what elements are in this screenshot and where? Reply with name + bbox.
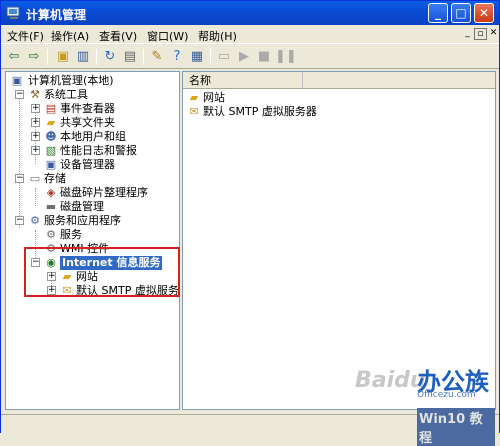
users-icon: ☻ (45, 130, 57, 143)
child-close-button[interactable]: ✕ (487, 28, 500, 40)
tree-node-label: 服务 (60, 228, 82, 241)
expand-toggle[interactable]: + (31, 104, 40, 113)
tree-node-label: 存储 (44, 172, 66, 185)
toolbar-separator (47, 49, 48, 65)
tree-guide-line (19, 90, 20, 228)
expand-toggle[interactable]: + (31, 132, 40, 141)
tree-node-label: 计算机管理(本地) (28, 74, 114, 87)
show-hide-tree-icon[interactable]: ▥ (74, 48, 92, 66)
tree-node-label: 设备管理器 (60, 158, 115, 171)
play-icon[interactable]: ▶ (235, 48, 253, 66)
toolbar: ⇦ ⇨ ▣ ▥ ↻ ▤ ✎ ? ▦ ▭ ▶ ■ ❚❚ (1, 45, 499, 69)
tree-node-label: 磁盘碎片整理程序 (60, 186, 148, 199)
tree-node-label: 磁盘管理 (60, 200, 104, 213)
console-tree[interactable]: ▣ 计算机管理(本地) − ⚒ 系统工具 + ▤ 事件查看器 + ▰ 共享文件夹… (5, 71, 180, 410)
annotation-highlight-box (24, 247, 180, 297)
tree-guide-line (35, 188, 36, 206)
storage-icon: ▭ (29, 172, 41, 185)
back-arrow-icon[interactable]: ⇦ (5, 48, 23, 66)
up-folder-icon[interactable]: ▣ (54, 48, 72, 66)
pause-icon[interactable]: ❚❚ (275, 48, 297, 66)
tree-node-label: 服务和应用程序 (44, 214, 121, 227)
child-minimize-button[interactable]: _ (461, 28, 474, 40)
folder-icon: ▰ (189, 91, 199, 104)
title-bar[interactable]: 计算机管理 _ □ ✕ (1, 1, 499, 25)
device-manager-icon: ▣ (45, 158, 57, 171)
window-title: 计算机管理 (26, 8, 87, 22)
performance-icon: ▧ (45, 144, 57, 157)
win10-badge: Win10 教程 (417, 408, 495, 446)
refresh-icon[interactable]: ↻ (101, 48, 119, 66)
toolbar-separator (96, 49, 97, 65)
services-icon: ⚙ (46, 228, 56, 241)
menu-file[interactable]: 文件(F) (7, 28, 44, 44)
tree-node-label: 事件查看器 (60, 102, 115, 115)
help-icon[interactable]: ? (168, 48, 186, 66)
services-apps-icon: ⚙ (30, 214, 40, 227)
close-button[interactable]: ✕ (474, 3, 494, 23)
menu-help[interactable]: 帮助(H) (198, 28, 237, 44)
list-item-label: 默认 SMTP 虚拟服务器 (203, 105, 317, 118)
export-list-icon[interactable]: ▤ (121, 48, 139, 66)
child-restore-button[interactable]: ▫ (474, 28, 487, 40)
shared-folder-icon: ▰ (46, 116, 56, 129)
column-name-header[interactable]: 名称 (183, 72, 303, 89)
baidu-watermark: Baidu (355, 368, 426, 393)
smtp-server-icon: ✉ (189, 105, 199, 118)
computer-icon[interactable]: ▭ (215, 48, 233, 66)
event-viewer-icon: ▤ (45, 102, 57, 115)
watermark: Baidu 办公族 Officezu.com Win10 教程 (355, 360, 495, 446)
computer-management-icon (6, 5, 22, 21)
menu-window[interactable]: 窗口(W) (147, 28, 188, 44)
disk-icon: ▬ (45, 200, 57, 213)
minimize-button[interactable]: _ (428, 3, 448, 23)
menu-action[interactable]: 操作(A) (51, 28, 89, 44)
collapse-toggle[interactable]: − (15, 90, 24, 99)
defrag-icon: ◈ (46, 186, 56, 199)
tree-node-label: 共享文件夹 (60, 116, 115, 129)
menu-bar: 文件(F) 操作(A) 查看(V) 窗口(W) 帮助(H) _ ▫ ✕ (1, 25, 499, 44)
tree-node-label: 系统工具 (44, 88, 88, 101)
computer-icon: ▣ (11, 74, 23, 87)
tree-node-label: 本地用户和组 (60, 130, 126, 143)
stop-icon[interactable]: ■ (255, 48, 273, 66)
column-header: 名称 (183, 72, 495, 89)
tools-icon: ⚒ (30, 88, 40, 101)
officezu-site: Officezu.com (417, 390, 476, 400)
toolbar-separator (143, 49, 144, 65)
list-item-label: 网站 (203, 91, 225, 104)
menu-view[interactable]: 查看(V) (99, 28, 137, 44)
collapse-toggle[interactable]: − (15, 216, 24, 225)
connect-icon[interactable]: ▦ (188, 48, 206, 66)
forward-arrow-icon[interactable]: ⇨ (25, 48, 43, 66)
expand-toggle[interactable]: + (31, 146, 40, 155)
expand-toggle[interactable]: + (31, 118, 40, 127)
properties-icon[interactable]: ✎ (148, 48, 166, 66)
collapse-toggle[interactable]: − (15, 174, 24, 183)
maximize-button[interactable]: □ (451, 3, 471, 23)
toolbar-separator (210, 49, 211, 65)
tree-node-label: 性能日志和警报 (60, 144, 137, 157)
